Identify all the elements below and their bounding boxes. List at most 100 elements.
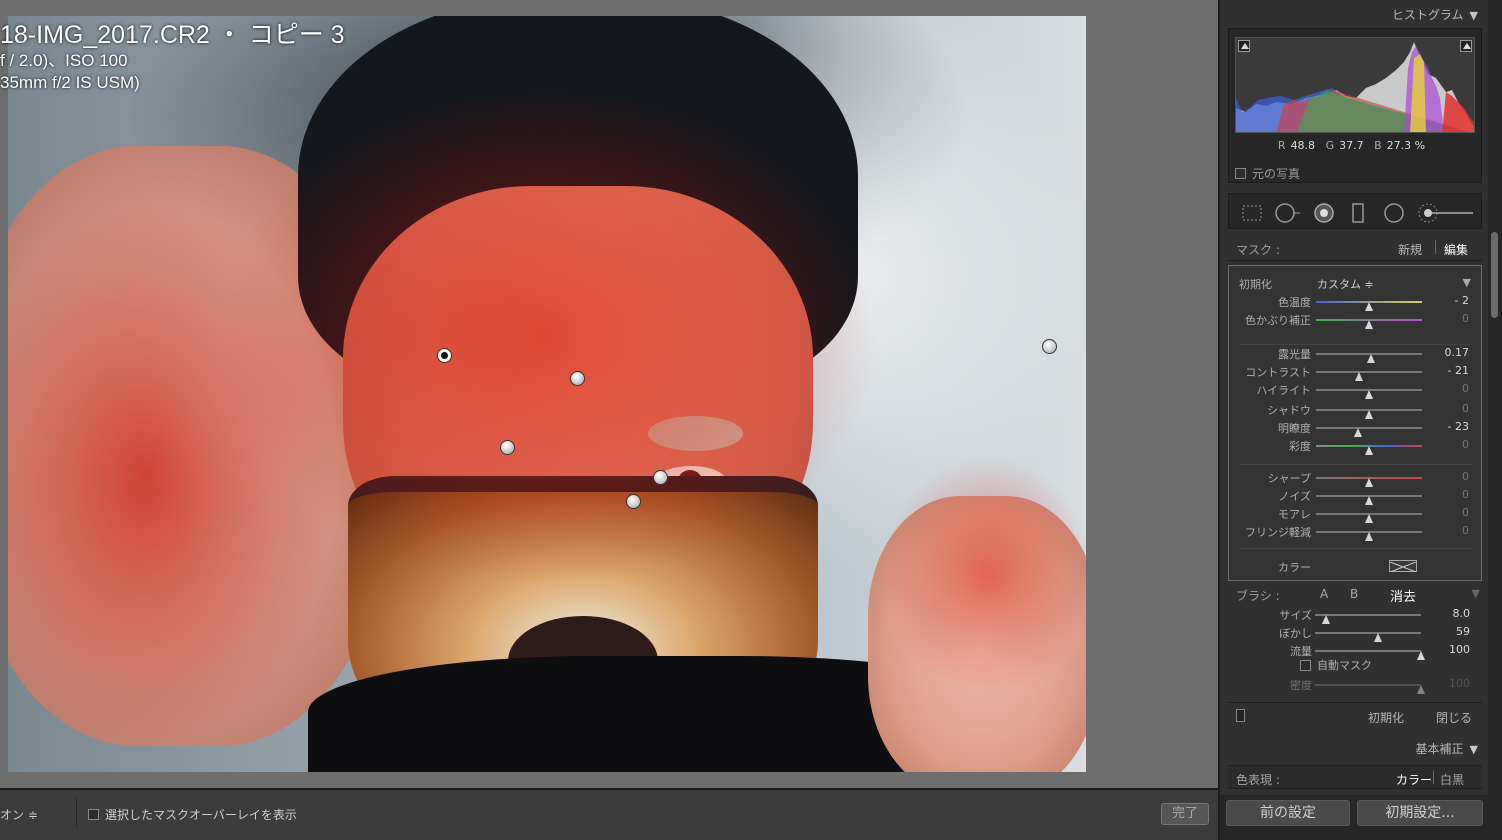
mask-edit-button[interactable]: 編集: [1444, 241, 1468, 258]
tool-on-off-toggle[interactable]: [1236, 709, 1245, 722]
slider-track[interactable]: [1316, 427, 1422, 437]
slider-value[interactable]: 0: [1462, 438, 1469, 451]
slider-track[interactable]: [1316, 319, 1422, 329]
radial-filter-icon[interactable]: [1383, 202, 1405, 224]
slider-knob[interactable]: [1365, 446, 1373, 455]
slider-value[interactable]: - 21: [1448, 364, 1469, 377]
red-eye-icon[interactable]: [1313, 202, 1335, 224]
photo-preview[interactable]: [8, 16, 1086, 772]
original-photo-checkbox[interactable]: [1235, 168, 1246, 179]
show-pins-select[interactable]: オン ≑: [0, 806, 38, 823]
shadow-clipping-toggle[interactable]: [1238, 40, 1250, 52]
brush-size-value[interactable]: 8.0: [1453, 607, 1471, 620]
slider-value[interactable]: - 23: [1448, 420, 1469, 433]
slider-value[interactable]: 0: [1462, 470, 1469, 483]
brush-menu-triangle-icon[interactable]: ▼: [1472, 587, 1480, 600]
brush-flow-value[interactable]: 100: [1449, 643, 1470, 656]
auto-mask-checkbox[interactable]: [1300, 659, 1311, 671]
slider-knob[interactable]: [1355, 372, 1364, 381]
slider-track[interactable]: [1316, 531, 1422, 541]
slider-track[interactable]: [1316, 409, 1422, 419]
reset-settings-button[interactable]: 初期設定...: [1357, 800, 1483, 826]
panel-scrollbar[interactable]: [1488, 0, 1502, 840]
brush-density-label: 密度: [1290, 679, 1312, 692]
brush-feather-value[interactable]: 59: [1456, 625, 1470, 638]
tool-reset-button[interactable]: 初期化: [1368, 709, 1404, 726]
brush-flow-slider[interactable]: [1315, 650, 1425, 660]
slider-knob[interactable]: [1367, 354, 1376, 363]
slider-track[interactable]: [1316, 301, 1422, 311]
brush-density-slider[interactable]: [1315, 684, 1425, 694]
slider-track[interactable]: [1316, 389, 1422, 399]
treatment-color-option[interactable]: カラー: [1396, 771, 1432, 788]
slider-value[interactable]: 0: [1462, 524, 1469, 537]
slider-knob[interactable]: [1417, 685, 1425, 694]
highlight-clipping-toggle[interactable]: [1460, 40, 1472, 52]
slider-knob[interactable]: [1321, 615, 1330, 624]
slider-knob[interactable]: [1365, 496, 1373, 505]
slider-value[interactable]: - 2: [1455, 294, 1469, 307]
adjustment-brush-icon[interactable]: [1417, 202, 1477, 224]
basic-header[interactable]: 基本補正 ▼: [1416, 740, 1478, 757]
slider-label: シャドウ: [1267, 404, 1311, 417]
slider-track[interactable]: [1316, 445, 1422, 455]
brush-settings: ブラシ : A B 消去 ▼ サイズ 8.0 ぼかし 59 流量 100 自動マ…: [1228, 583, 1482, 699]
done-button[interactable]: 完了: [1161, 803, 1209, 825]
slider-track[interactable]: [1316, 495, 1422, 505]
slider-value[interactable]: 0.17: [1445, 346, 1470, 359]
slider-knob[interactable]: [1354, 428, 1363, 437]
slider-knob[interactable]: [1365, 320, 1373, 329]
adjustment-pin-active[interactable]: [437, 348, 452, 363]
histogram-header[interactable]: ヒストグラム ▼: [1392, 6, 1478, 23]
graduated-filter-icon[interactable]: [1347, 202, 1369, 224]
scrollbar-thumb[interactable]: [1491, 232, 1498, 318]
brush-size-slider[interactable]: [1315, 614, 1421, 624]
overlay-checkbox[interactable]: [88, 809, 99, 820]
slider-knob[interactable]: [1365, 302, 1373, 311]
slider-knob[interactable]: [1417, 651, 1425, 660]
slider-track[interactable]: [1316, 477, 1422, 487]
previous-settings-button[interactable]: 前の設定: [1226, 800, 1350, 826]
brush-density-value[interactable]: 100: [1449, 677, 1470, 690]
adjustment-pin[interactable]: [626, 494, 641, 509]
adjustment-pin[interactable]: [570, 371, 585, 386]
crop-overlay-icon[interactable]: [1241, 202, 1263, 224]
effect-menu-triangle-icon[interactable]: ▼: [1463, 276, 1471, 289]
effect-reset-label[interactable]: 初期化: [1239, 276, 1272, 292]
slider-knob[interactable]: [1365, 514, 1373, 523]
slider-track[interactable]: [1316, 513, 1422, 523]
slider-knob[interactable]: [1365, 390, 1373, 399]
brush-a-button[interactable]: A: [1320, 587, 1328, 601]
slider-knob[interactable]: [1365, 532, 1373, 541]
slider-value[interactable]: 0: [1462, 382, 1469, 395]
mask-new-button[interactable]: 新規: [1398, 241, 1422, 258]
color-swatch[interactable]: [1389, 560, 1417, 573]
adjustment-pin[interactable]: [1042, 339, 1057, 354]
histogram-chart[interactable]: [1235, 37, 1475, 133]
slider-value[interactable]: 0: [1462, 506, 1469, 519]
slider-value[interactable]: 0: [1462, 402, 1469, 415]
slider-value[interactable]: 0: [1462, 312, 1469, 325]
adjustment-pin[interactable]: [653, 470, 668, 485]
mask-overlay-toggle[interactable]: 選択したマスクオーバーレイを表示: [88, 806, 297, 823]
effect-preset-select[interactable]: カスタム ≑: [1317, 276, 1374, 292]
photo-canvas[interactable]: 18-IMG_2017.CR2 ・ コピー 3 f / 2.0)、ISO 100…: [0, 0, 1218, 788]
tool-close-button[interactable]: 閉じる: [1436, 709, 1472, 726]
brush-erase-button[interactable]: 消去: [1390, 586, 1416, 605]
auto-mask-toggle[interactable]: 自動マスク: [1300, 657, 1372, 673]
effect-row: 初期化 カスタム ≑ ▼: [1229, 276, 1481, 292]
slider-knob[interactable]: [1365, 478, 1373, 487]
slider-knob[interactable]: [1365, 410, 1373, 419]
spot-removal-icon[interactable]: [1275, 202, 1300, 224]
slider-track[interactable]: [1316, 371, 1422, 381]
treatment-bw-option[interactable]: 白黒: [1440, 771, 1464, 788]
brush-b-button[interactable]: B: [1350, 587, 1358, 601]
adjustment-pin[interactable]: [500, 440, 515, 455]
original-photo-toggle[interactable]: 元の写真: [1235, 165, 1300, 182]
brush-feather-slider[interactable]: [1315, 632, 1421, 642]
slider-value[interactable]: 0: [1462, 488, 1469, 501]
slider-knob[interactable]: [1373, 633, 1382, 642]
slider-track[interactable]: [1316, 353, 1422, 363]
slider-row: モアレ 0: [1229, 506, 1481, 523]
auto-mask-label: 自動マスク: [1317, 659, 1372, 672]
